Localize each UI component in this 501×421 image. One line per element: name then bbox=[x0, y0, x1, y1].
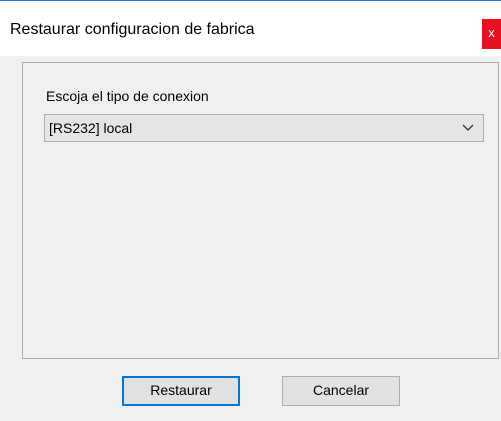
connection-type-label: Escoja el tipo de conexion bbox=[46, 88, 209, 104]
restore-dialog: Restaurar configuracion de fabrica x Esc… bbox=[0, 0, 501, 421]
window-title: Restaurar configuracion de fabrica bbox=[10, 21, 255, 38]
close-button[interactable]: x bbox=[482, 19, 501, 49]
connection-type-select[interactable]: [RS232] local bbox=[44, 114, 484, 142]
cancel-button[interactable]: Cancelar bbox=[282, 376, 400, 406]
connection-type-value: [RS232] local bbox=[49, 120, 133, 136]
chevron-down-icon bbox=[462, 124, 474, 131]
title-bar: Restaurar configuracion de fabrica x bbox=[0, 0, 501, 56]
restore-button[interactable]: Restaurar bbox=[122, 376, 240, 406]
content-panel bbox=[22, 62, 499, 359]
